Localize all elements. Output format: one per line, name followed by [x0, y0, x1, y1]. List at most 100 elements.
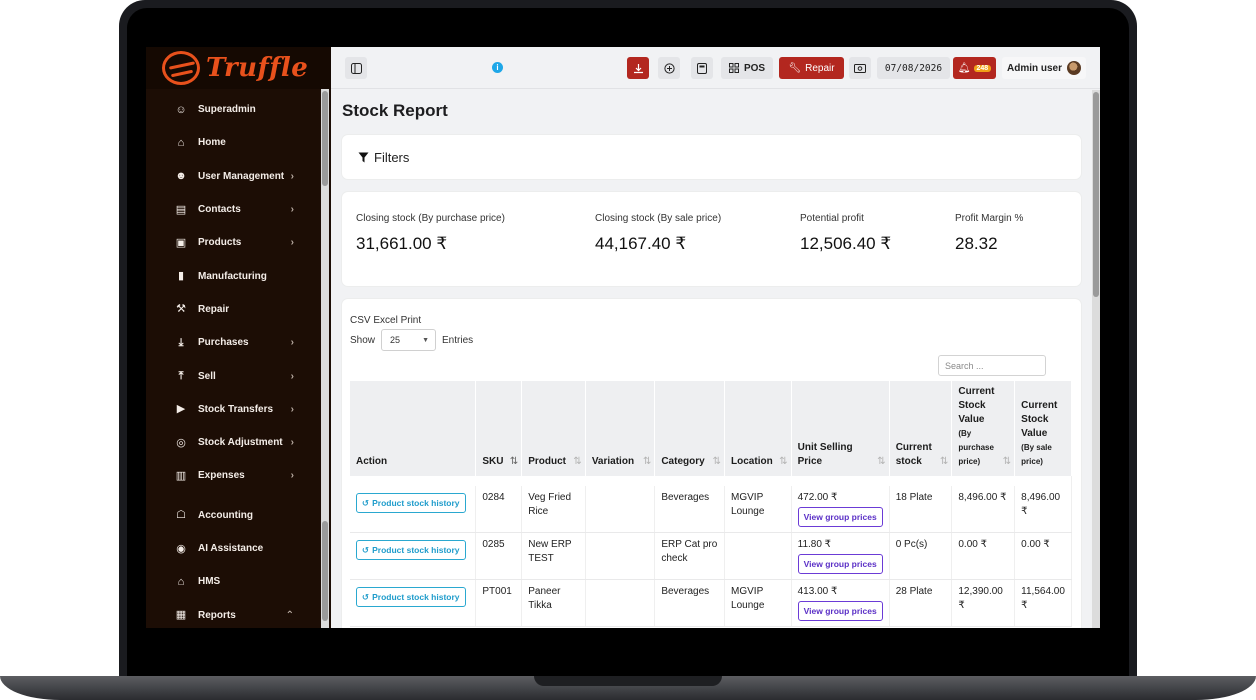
- cash-register-button[interactable]: [849, 57, 871, 79]
- sidebar-item-purchases[interactable]: ⤓ Purchases ›: [154, 326, 316, 359]
- download-icon: ⤓: [178, 336, 184, 349]
- column-header-label: Action: [356, 456, 388, 467]
- column-header-sku[interactable]: SKU ⇅: [475, 381, 523, 476]
- cell-value-sale: 0.00 ₹: [1014, 532, 1072, 580]
- cell-text: 12,390.00 ₹: [958, 586, 1003, 611]
- sidebar-item-stock-adjustment[interactable]: ◎ Stock Adjustment ›: [154, 426, 316, 459]
- column-header-value-purchase[interactable]: Current Stock Value (By purchase price) ⇅: [951, 381, 1016, 476]
- cell-text: 11.80 ₹: [797, 539, 832, 550]
- column-header-unit-price[interactable]: Unit Selling Price ⇅: [791, 381, 890, 476]
- cell-product: New ERP TEST: [521, 532, 586, 580]
- sidebar-item-label: Manufacturing: [198, 270, 267, 282]
- notification-badge: 248: [973, 64, 992, 72]
- hotel-icon: ⌂: [177, 575, 185, 588]
- product-stock-history-button[interactable]: ↺ Product stock history: [356, 540, 466, 560]
- sort-icon: ⇅: [712, 456, 722, 467]
- sidebar-item-superadmin[interactable]: ☺ Superadmin: [154, 93, 316, 126]
- sidebar-item-reports[interactable]: ▦ Reports ⌃: [154, 598, 316, 628]
- export-buttons[interactable]: CSV Excel Print: [350, 315, 421, 326]
- summary-closing-purchase: Closing stock (By purchase price) 31,661…: [356, 213, 505, 254]
- column-header-current-stock[interactable]: Current stock ⇅: [889, 381, 953, 476]
- filters-panel[interactable]: Filters: [342, 135, 1081, 179]
- add-button[interactable]: [658, 57, 680, 79]
- sidebar-toggle-button[interactable]: [345, 57, 367, 79]
- view-group-prices-button[interactable]: View group prices: [797, 601, 883, 621]
- wrench-icon: ⚒: [176, 303, 186, 316]
- sidebar-item-sell[interactable]: ⤒ Sell ›: [154, 359, 316, 392]
- sort-icon: ⇅: [573, 456, 582, 467]
- summary-value: 12,506.40 ₹: [800, 234, 892, 253]
- sidebar-scrollbar-thumb[interactable]: [322, 91, 328, 186]
- product-stock-history-button[interactable]: ↺ Product stock history: [356, 493, 466, 513]
- download-button[interactable]: [627, 57, 649, 79]
- sidebar-item-products[interactable]: ▣ Products ›: [154, 226, 316, 259]
- user-menu[interactable]: Admin user: [1002, 57, 1086, 79]
- column-header-label: SKU: [482, 456, 504, 467]
- sidebar-item-label: Reports: [198, 609, 236, 621]
- sidebar-item-ai-assistance[interactable]: ◉ AI Assistance: [154, 532, 316, 565]
- main-content: Stock Report Filters Closing stock (By p…: [331, 90, 1092, 628]
- column-header-label: Category: [661, 456, 705, 467]
- sidebar: Truffle ☺ Superadmin ⌂ Home ☻ User Management…: [146, 47, 331, 628]
- brand-name: Truffle: [206, 53, 309, 83]
- summary-label: Potential profit: [800, 213, 864, 224]
- sidebar-item-home[interactable]: ⌂ Home: [154, 126, 316, 159]
- cell-value-purchase: 8,496.00 ₹: [951, 486, 1016, 533]
- notifications-button[interactable]: 🔔︎ 248: [953, 57, 996, 79]
- cell-text: 0.00 ₹: [958, 539, 987, 550]
- view-group-prices-button[interactable]: View group prices: [797, 507, 883, 527]
- sidebar-item-contacts[interactable]: ▤ Contacts ›: [154, 193, 316, 226]
- sidebar-item-label: Purchases: [198, 337, 249, 349]
- column-header-value-sale[interactable]: Current Stock Value (By sale price): [1014, 381, 1072, 476]
- button-label: Product stock history: [372, 498, 460, 508]
- search-input[interactable]: Search ...: [938, 355, 1046, 376]
- entries-select[interactable]: 25 ▼: [381, 329, 437, 351]
- sidebar-item-expenses[interactable]: ▥ Expenses ›: [154, 459, 316, 492]
- table-row: ↺ Product stock history 0284 Veg Fried Rice…: [350, 486, 1072, 533]
- brand-logo[interactable]: Truffle: [146, 47, 331, 89]
- view-group-prices-button[interactable]: View group prices: [797, 554, 883, 574]
- cell-text: 0284: [482, 492, 505, 503]
- stock-table-card: CSV Excel Print Show 25 ▼ Entries Search…: [342, 299, 1081, 628]
- summary-value: 31,661.00 ₹: [356, 234, 448, 253]
- info-icon[interactable]: i: [492, 62, 503, 73]
- sidebar-item-accounting[interactable]: ☖ Accounting: [154, 499, 316, 532]
- sidebar-item-label: Expenses: [198, 470, 245, 482]
- cell-text: MGVIP Lounge: [731, 492, 765, 517]
- main-scrollbar-thumb[interactable]: [1093, 92, 1099, 297]
- repair-label: Repair: [805, 62, 835, 74]
- sidebar-scrollbar[interactable]: [321, 89, 329, 628]
- column-header-variation[interactable]: Variation ⇅: [585, 381, 656, 476]
- money-icon: [854, 63, 866, 73]
- cell-text: 472.00 ₹: [797, 492, 838, 503]
- sort-icon: ⇅: [1002, 456, 1012, 467]
- button-label: Product stock history: [372, 592, 460, 602]
- cell-text: 11,564.00 ₹: [1021, 586, 1065, 611]
- cell-price: 11.80 ₹ View group prices: [791, 532, 890, 580]
- chevron-right-icon: ›: [290, 403, 294, 415]
- action-cell: ↺ Product stock history: [350, 486, 477, 533]
- column-header-category[interactable]: Category ⇅: [654, 381, 726, 476]
- sidebar-item-repair[interactable]: ⚒ Repair: [154, 293, 316, 326]
- user-icon: ☺: [175, 103, 187, 116]
- column-header-product[interactable]: Product ⇅: [521, 381, 586, 476]
- summary-label: Closing stock (By sale price): [595, 213, 722, 224]
- sidebar-item-stock-transfers[interactable]: ▶ Stock Transfers ›: [154, 393, 316, 426]
- repair-button[interactable]: 🔧︎ Repair: [779, 57, 844, 79]
- grid-icon: [728, 63, 739, 73]
- cell-stock: 18 Plate: [889, 486, 953, 533]
- product-stock-history-button[interactable]: ↺ Product stock history: [356, 587, 466, 607]
- bell-icon: 🔔︎: [957, 62, 971, 74]
- sidebar-scrollbar-thumb-lower[interactable]: [322, 521, 328, 621]
- sidebar-item-manufacturing[interactable]: ▮ Manufacturing: [154, 259, 316, 292]
- calculator-button[interactable]: [691, 57, 713, 79]
- pos-button[interactable]: POS: [721, 57, 773, 79]
- main-scrollbar[interactable]: [1092, 90, 1100, 628]
- cell-variation: [585, 579, 656, 627]
- sidebar-item-user-management[interactable]: ☻ User Management ›: [154, 160, 316, 193]
- entries-value: 25: [390, 335, 401, 345]
- sidebar-item-hms[interactable]: ⌂ HMS: [154, 565, 316, 598]
- column-header-location[interactable]: Location ⇅: [724, 381, 792, 476]
- summary-value: 28.32: [955, 234, 998, 253]
- cell-text: 0 Pc(s): [895, 539, 928, 550]
